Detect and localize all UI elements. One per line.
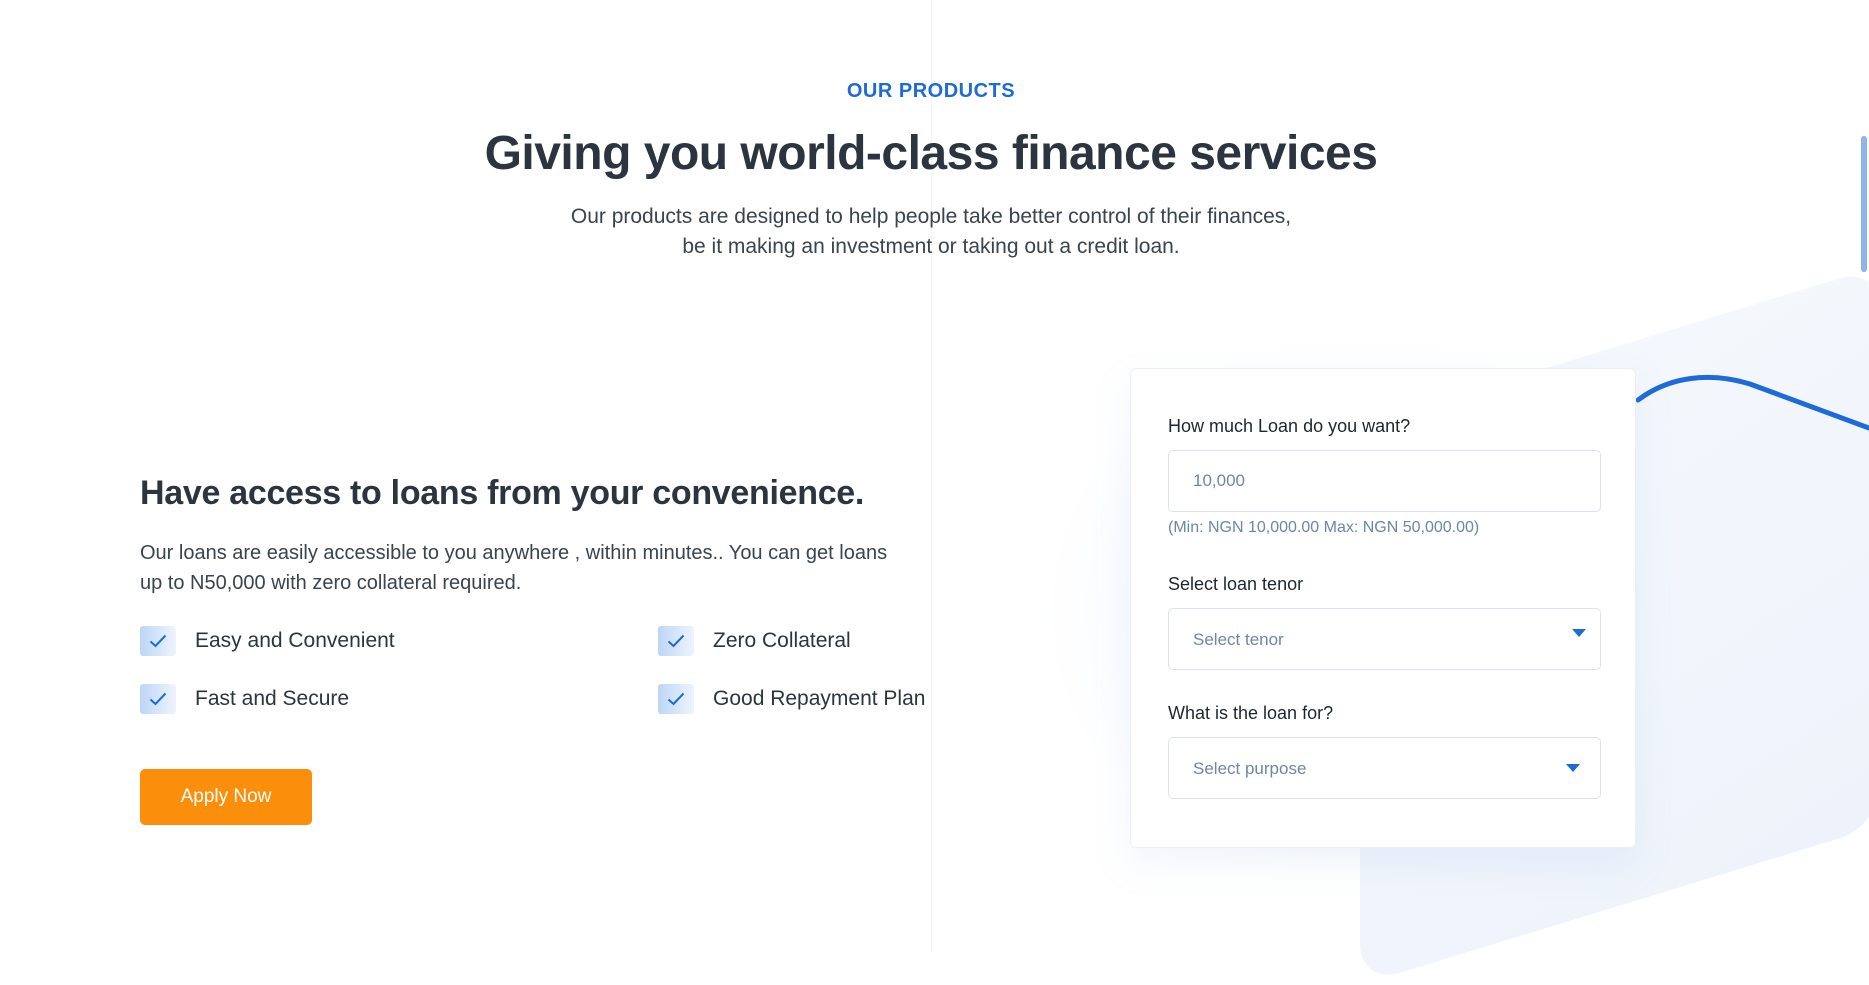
amount-hint: (Min: NGN 10,000.00 Max: NGN 50,000.00) [1168, 519, 1480, 536]
tenor-label: Select loan tenor [1168, 574, 1304, 594]
amount-field[interactable] [1168, 450, 1601, 512]
feature-easy-convenient: Easy and Convenient [140, 625, 395, 657]
amount-input[interactable] [1169, 451, 1600, 511]
section-subtitle: Our products are designed to help people… [531, 202, 1331, 262]
subtitle-line-1: Our products are designed to help people… [570, 205, 1292, 228]
caret-down-icon [1572, 629, 1586, 637]
check-icon [140, 626, 176, 656]
feature-good-repayment: Good Repayment Plan [658, 683, 925, 715]
check-icon [140, 684, 176, 714]
loan-desc-line-2: up to N50,000 with zero collateral requi… [140, 572, 522, 594]
caret-down-icon [1566, 764, 1580, 772]
loan-description: Our loans are easily accessible to you a… [140, 538, 940, 598]
check-icon [658, 626, 694, 656]
purpose-select[interactable]: Select purpose [1168, 737, 1601, 799]
feature-zero-collateral: Zero Collateral [658, 625, 851, 657]
amount-label: How much Loan do you want? [1168, 416, 1411, 436]
tenor-select[interactable]: Select tenor [1168, 608, 1601, 670]
check-icon [658, 684, 694, 714]
loan-form-card: How much Loan do you want? (Min: NGN 10,… [1130, 368, 1636, 848]
purpose-selected-value: Select purpose [1193, 759, 1307, 778]
feature-label: Good Repayment Plan [713, 687, 926, 710]
feature-label: Easy and Convenient [195, 629, 395, 652]
section-title: Giving you world-class finance services [484, 127, 1378, 180]
apply-now-button[interactable]: Apply Now [140, 769, 312, 825]
feature-label: Fast and Secure [195, 687, 350, 710]
feature-fast-secure: Fast and Secure [140, 683, 349, 715]
loan-desc-line-1: Our loans are easily accessible to you a… [140, 542, 888, 564]
loan-title: Have access to loans from your convenien… [140, 474, 865, 512]
tenor-selected-value: Select tenor [1193, 630, 1284, 649]
purpose-label: What is the loan for? [1168, 703, 1334, 723]
subtitle-line-2: be it making an investment or taking out… [682, 235, 1180, 258]
feature-label: Zero Collateral [713, 629, 851, 652]
decorative-wave [1635, 374, 1869, 431]
section-eyebrow: OUR PRODUCTS [846, 80, 1016, 102]
